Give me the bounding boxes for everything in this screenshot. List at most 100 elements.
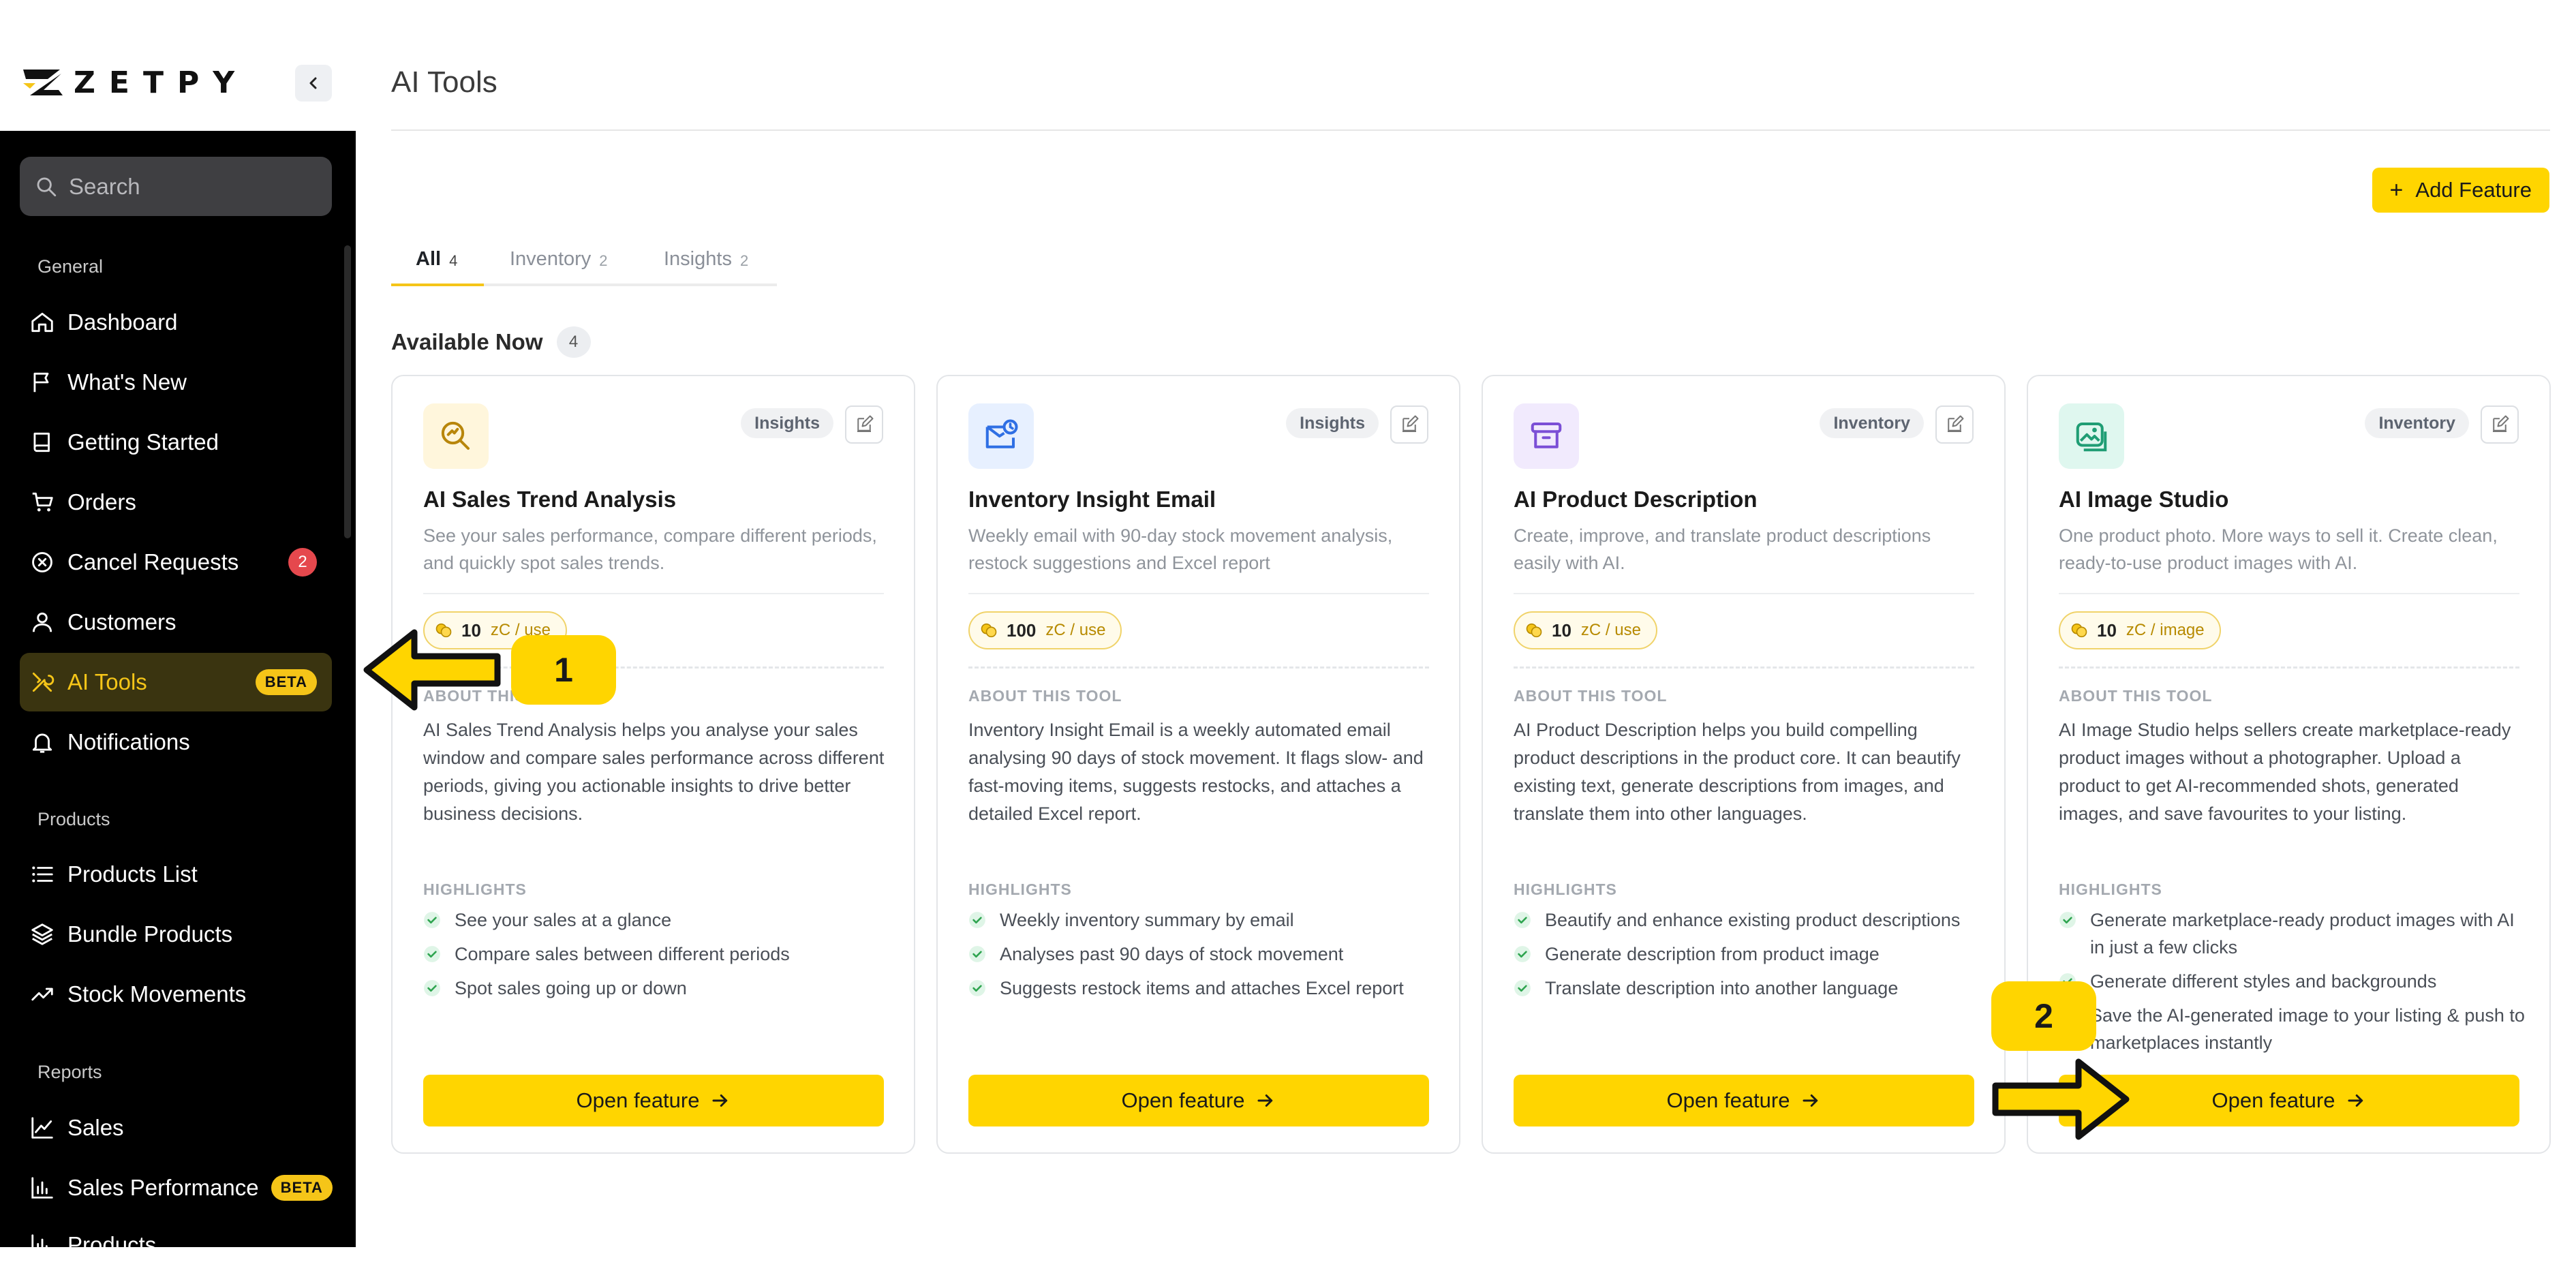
edit-button[interactable] [1935, 405, 1974, 444]
open-feature-button[interactable]: Open feature [1514, 1075, 1974, 1126]
sidebar-scrollbar[interactable] [344, 245, 351, 538]
user-icon [32, 612, 52, 632]
card-icon-box [2059, 403, 2124, 469]
highlight-text: Generate different styles and background… [2090, 971, 2437, 992]
tool-card-sales-trend: Insights AI Sales Trend Analysis See you… [391, 375, 915, 1154]
edit-button[interactable] [2481, 405, 2519, 444]
brand-logo[interactable]: ZETPY [20, 65, 248, 100]
edit-icon [857, 415, 874, 432]
add-feature-button[interactable]: + Add Feature [2372, 168, 2549, 213]
price-amount: 10 [2097, 619, 2117, 641]
open-feature-label: Open feature [576, 1088, 700, 1112]
search-placeholder: Search [69, 173, 140, 199]
divider [968, 593, 1429, 594]
annotation-callout-1: 1 [511, 635, 616, 705]
card-icon-box [423, 403, 489, 469]
sidebar-item-products-report[interactable]: Products [20, 1218, 332, 1247]
card-icon-box [1514, 403, 1579, 469]
tab-count: 2 [599, 252, 608, 269]
highlights-heading: HIGHLIGHTS [1514, 880, 1617, 898]
sidebar-item-products-list[interactable]: Products List [20, 845, 332, 904]
about-heading: ABOUT THIS TOOL [968, 687, 1122, 705]
sidebar-item-bundle-products[interactable]: Bundle Products [20, 905, 332, 964]
dashed-divider [2059, 666, 2519, 669]
sidebar-item-whats-new[interactable]: What's New [20, 353, 332, 412]
annotation-arrow-left-icon [363, 629, 501, 711]
edit-button[interactable] [845, 405, 883, 444]
home-icon [31, 312, 53, 333]
tool-card-product-description: Inventory AI Product Description Create,… [1482, 375, 2006, 1154]
collapse-sidebar-button[interactable] [295, 65, 332, 102]
sidebar-item-ai-tools[interactable]: AI Tools BETA [20, 653, 332, 711]
sidebar-item-dashboard[interactable]: Dashboard [20, 293, 332, 352]
sidebar-item-sales[interactable]: Sales [20, 1099, 332, 1157]
tools-icon [32, 672, 55, 692]
section-title-label: Available Now [391, 329, 543, 354]
highlights-list: Weekly inventory summary by email Analys… [968, 906, 1436, 1009]
highlight-item: Weekly inventory summary by email [968, 906, 1436, 934]
edit-icon [2493, 415, 2509, 432]
edit-icon [1948, 415, 1964, 432]
layers-icon [31, 923, 53, 945]
search-input[interactable]: Search [20, 157, 332, 216]
card-title: AI Sales Trend Analysis [423, 487, 677, 512]
highlight-item: Save the AI-generated image to your list… [2059, 1002, 2526, 1056]
sidebar-item-label: Customers [67, 609, 177, 634]
highlight-text: Beautify and enhance existing product de… [1545, 910, 1961, 930]
line-chart-icon [31, 1117, 53, 1139]
sidebar-item-notifications[interactable]: Notifications [20, 713, 332, 771]
tab-count: 4 [449, 252, 458, 269]
divider [1514, 593, 1974, 594]
highlights-heading: HIGHLIGHTS [2059, 880, 2162, 898]
notification-count-badge: 2 [288, 548, 317, 577]
dashed-divider [968, 666, 1429, 669]
sidebar-section-reports: Reports [37, 1062, 102, 1082]
tab-label: All [416, 248, 442, 270]
open-feature-button[interactable]: Open feature [968, 1075, 1429, 1126]
cart-icon [32, 492, 53, 512]
sidebar-item-cancel-requests[interactable]: Cancel Requests 2 [20, 533, 332, 592]
plus-icon: + [2389, 177, 2404, 203]
annotation-arrow-right-icon [1992, 1058, 2130, 1140]
about-text: AI Image Studio helps sellers create mar… [2059, 720, 2511, 824]
about-text: AI Sales Trend Analysis helps you analys… [423, 720, 885, 824]
card-description: Create, improve, and translate product d… [1514, 525, 1931, 573]
card-title: Inventory Insight Email [968, 487, 1216, 512]
arrow-right-icon [1257, 1094, 1273, 1107]
sidebar-item-label: Products List [67, 861, 198, 887]
sidebar-item-customers[interactable]: Customers [20, 593, 332, 651]
about-heading: ABOUT THIS TOOL [1514, 687, 1668, 705]
category-tag: Insights [741, 408, 833, 438]
highlights-heading: HIGHLIGHTS [423, 880, 527, 898]
highlight-item: Translate description into another langu… [1514, 975, 1981, 1002]
price-pill: 10 zC / image [2059, 611, 2221, 649]
sidebar: ZETPY Search General Dashboard What's Ne… [0, 0, 356, 1247]
sidebar-item-label: Dashboard [67, 309, 178, 335]
sidebar-item-orders[interactable]: Orders [20, 473, 332, 532]
arrow-right-icon [2348, 1094, 2363, 1107]
highlights-heading: HIGHLIGHTS [968, 880, 1072, 898]
tab-all[interactable]: All 4 [416, 248, 457, 286]
price-unit: zC / image [2126, 621, 2205, 639]
price-pill: 10 zC / use [1514, 611, 1657, 649]
coins-icon [2071, 623, 2087, 638]
sidebar-item-stock-movements[interactable]: Stock Movements [20, 965, 332, 1024]
sidebar-item-getting-started[interactable]: Getting Started [20, 413, 332, 472]
edit-button[interactable] [1390, 405, 1428, 444]
sidebar-header: ZETPY [0, 0, 356, 131]
sidebar-item-sales-performance[interactable]: Sales Performance BETA [20, 1159, 333, 1217]
check-icon [424, 912, 440, 928]
card-title: AI Image Studio [2059, 487, 2229, 512]
highlight-text: Generate description from product image [1545, 944, 1880, 964]
open-feature-button[interactable]: Open feature [423, 1075, 884, 1126]
section-count-badge: 4 [556, 326, 591, 358]
tab-insights[interactable]: Insights 2 [664, 248, 748, 286]
highlight-item: Generate different styles and background… [2059, 968, 2526, 995]
price-pill: 100 zC / use [968, 611, 1122, 649]
tab-inventory[interactable]: Inventory 2 [510, 248, 608, 286]
sidebar-item-label: Stock Movements [67, 981, 247, 1007]
tool-card-image-studio: Inventory AI Image Studio One product ph… [2027, 375, 2551, 1154]
card-title: AI Product Description [1514, 487, 1758, 512]
filter-tabs: All 4 Inventory 2 Insights 2 [391, 241, 777, 286]
sales-trend-icon [441, 421, 470, 450]
